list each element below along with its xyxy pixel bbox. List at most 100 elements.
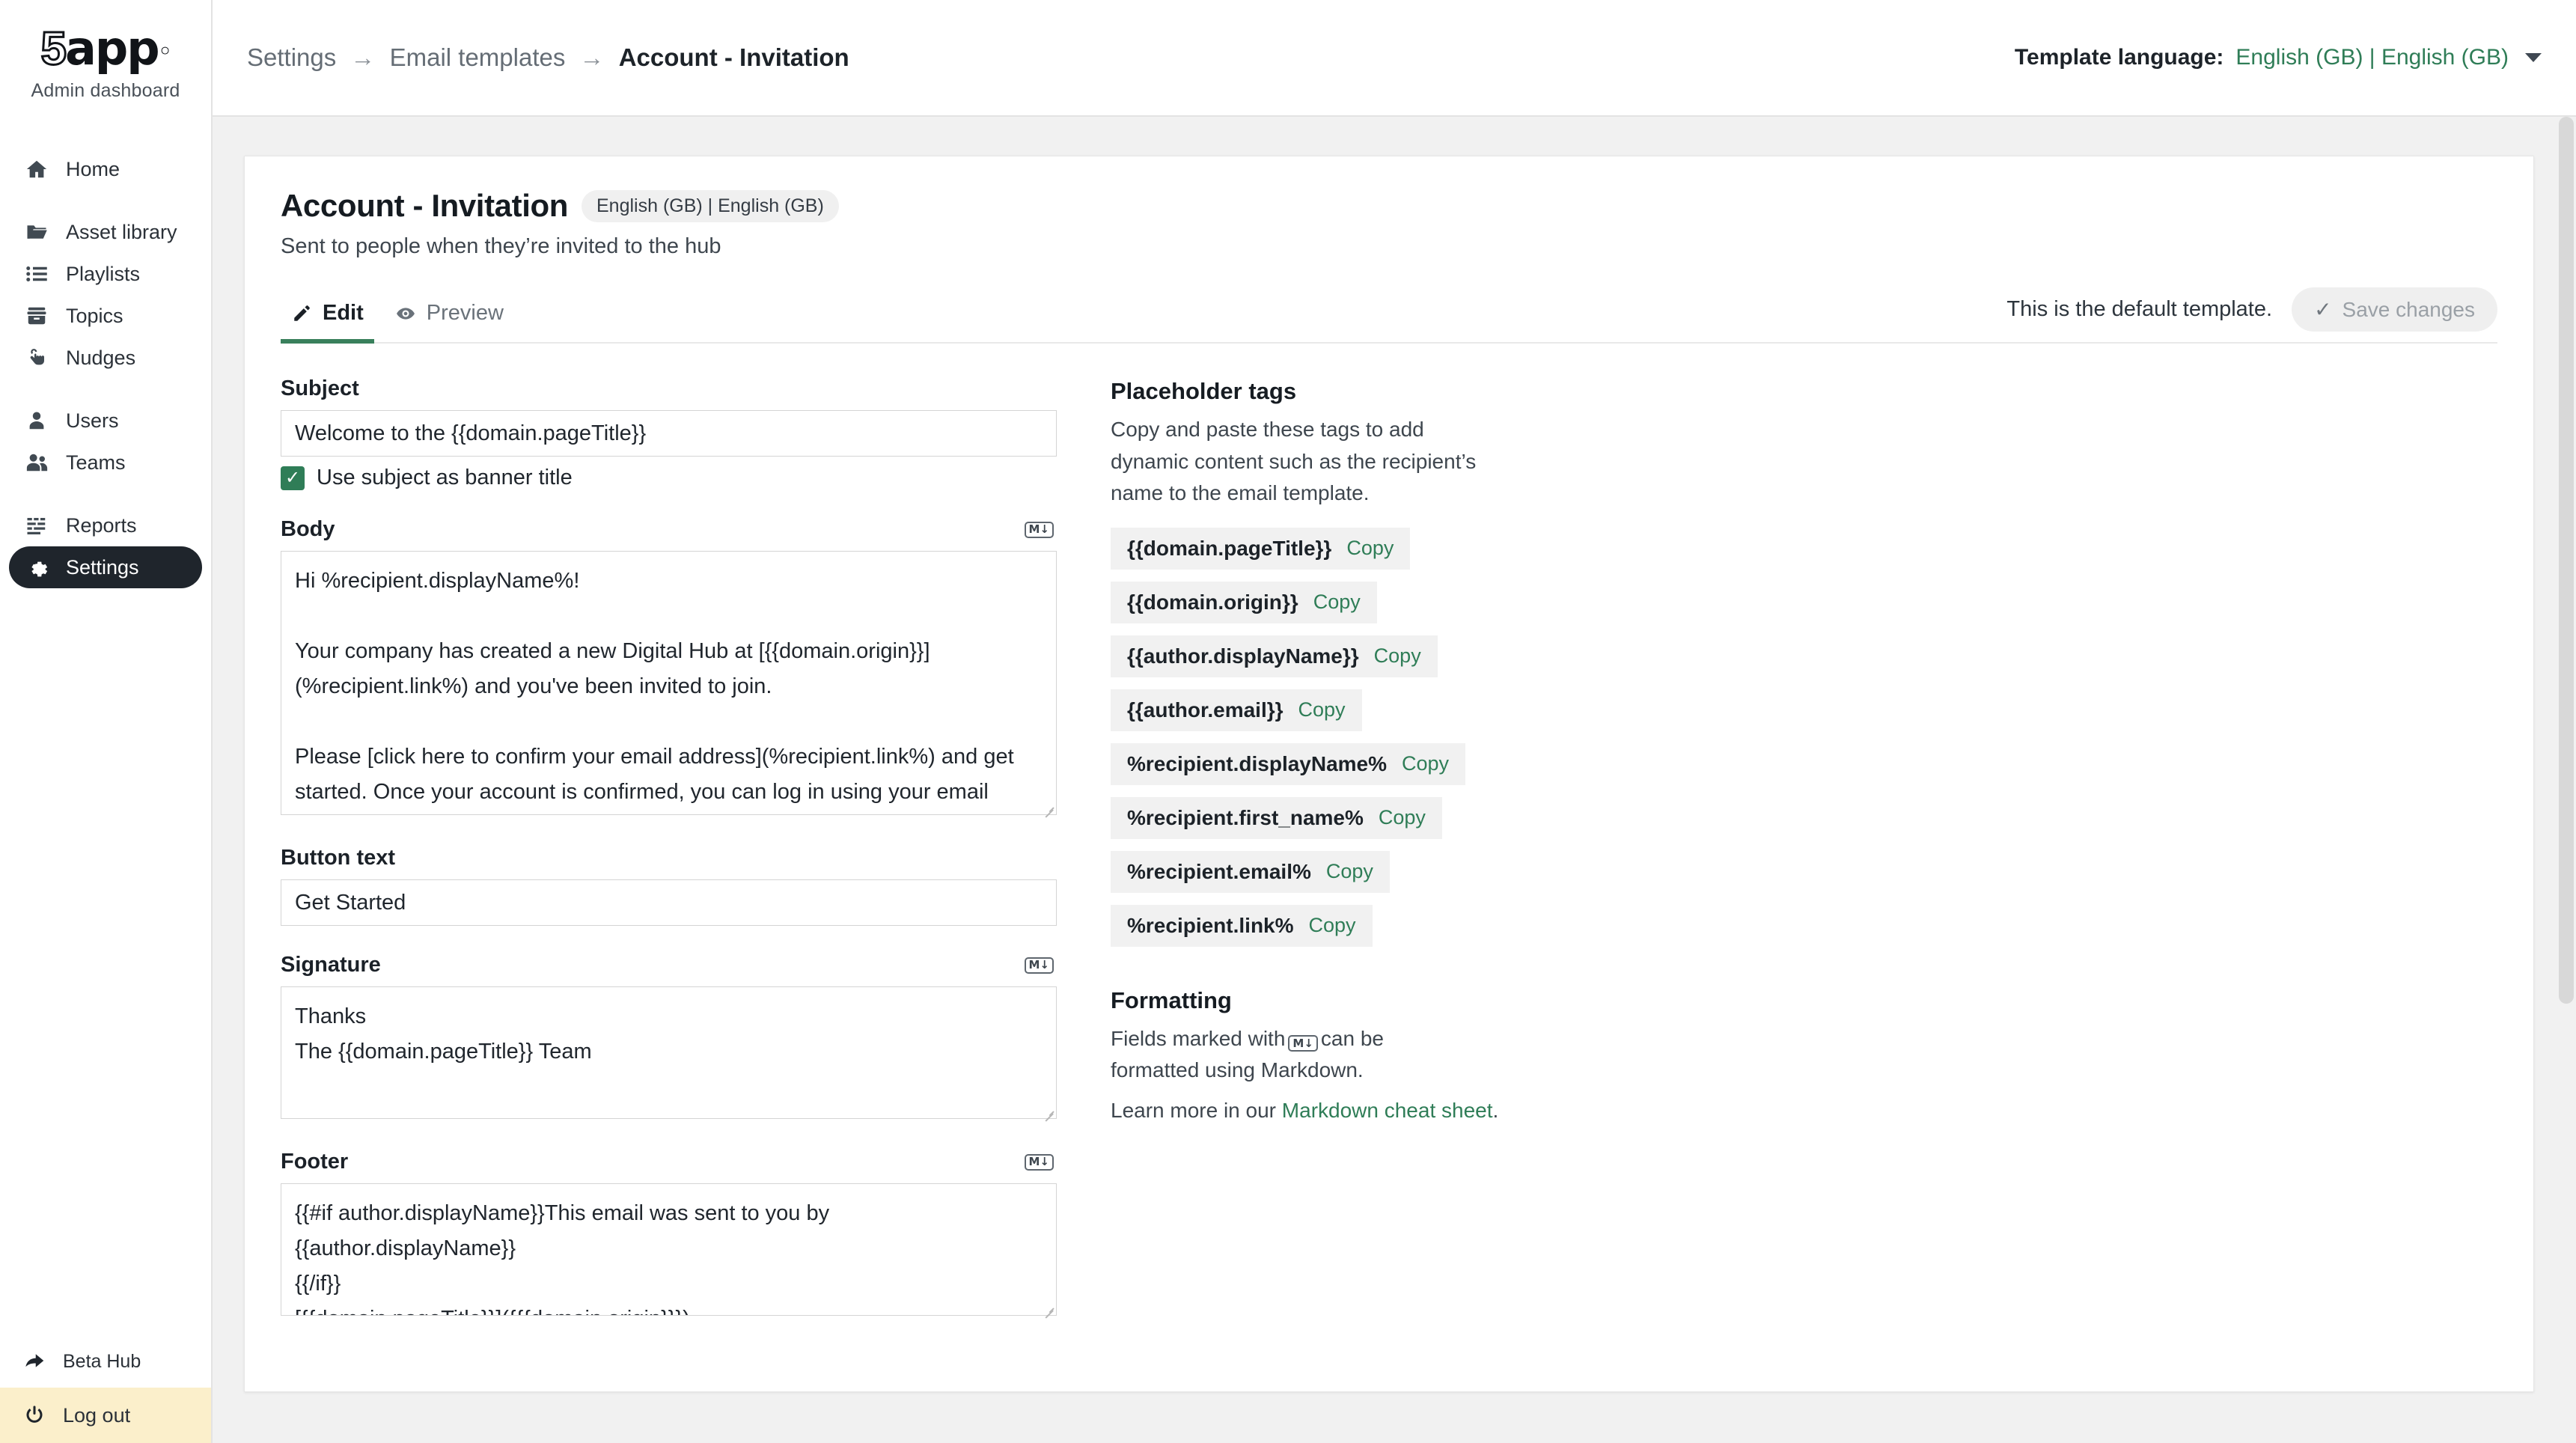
scrollbar-thumb[interactable] (2559, 117, 2574, 1004)
sidebar-item-label: Home (66, 157, 120, 180)
sidebar-item-settings[interactable]: Settings (9, 546, 202, 588)
placeholder-tag-item: %recipient.first_name% Copy (1111, 796, 1442, 839)
sidebar: 5app◦ Admin dashboard Home Asset library… (0, 0, 213, 1443)
body-textarea[interactable] (281, 551, 1057, 815)
copy-button[interactable]: Copy (1346, 537, 1394, 560)
tab-bar-actions: This is the default template. ✓ Save cha… (2006, 287, 2497, 342)
copy-button[interactable]: Copy (1379, 806, 1426, 829)
sidebar-item-home[interactable]: Home (9, 148, 202, 190)
placeholder-tags-column: Placeholder tags Copy and paste these ta… (1111, 376, 2497, 1346)
sidebar-item-label: Asset library (66, 220, 177, 243)
language-chip: English (GB) | English (GB) (582, 189, 839, 222)
resize-handle[interactable] (1043, 1305, 1054, 1317)
placeholder-tag-name: {{domain.origin}} (1127, 590, 1298, 614)
body-label: Body (281, 517, 335, 541)
sidebar-item-nudges[interactable]: Nudges (9, 337, 202, 379)
sidebar-bottom: Beta Hub Log out (0, 1335, 211, 1443)
placeholder-tag-item: %recipient.email% Copy (1111, 850, 1390, 893)
sidebar-item-label: Reports (66, 513, 137, 537)
template-language-value[interactable]: English (GB) | English (GB) (2235, 45, 2509, 70)
field-signature: Signature M↓ (281, 953, 1057, 1123)
beta-hub-link[interactable]: Beta Hub (0, 1335, 211, 1388)
subject-input[interactable] (281, 410, 1057, 457)
resize-handle[interactable] (1043, 1108, 1054, 1120)
resize-handle[interactable] (1043, 805, 1054, 817)
content-scroll-area: Account - Invitation English (GB) | Engl… (213, 117, 2576, 1443)
placeholder-tag-item: {{author.displayName}} Copy (1111, 635, 1438, 677)
markdown-icon: M↓ (1024, 521, 1054, 538)
app-logo: 5app◦ (0, 25, 211, 73)
checkbox-checked-icon[interactable]: ✓ (281, 466, 305, 490)
copy-button[interactable]: Copy (1298, 698, 1346, 722)
copy-button[interactable]: Copy (1326, 860, 1373, 883)
logout-button[interactable]: Log out (0, 1388, 211, 1443)
markdown-cheat-sheet-link[interactable]: Markdown cheat sheet (1282, 1099, 1493, 1122)
button-text-input[interactable] (281, 879, 1057, 926)
gear-icon (24, 555, 49, 580)
nav-group-content: Asset library Playlists Topics Nudges (0, 211, 211, 379)
logout-label: Log out (63, 1403, 131, 1427)
formatting-description: Fields marked with M↓ can be formatted usi… (1111, 1023, 1462, 1087)
placeholder-tag-name: %recipient.link% (1127, 913, 1294, 937)
field-body: Body M↓ (281, 517, 1057, 819)
placeholder-tag-item: {{domain.pageTitle}} Copy (1111, 527, 1411, 570)
learn-more-prefix: Learn more in our (1111, 1098, 1282, 1122)
placeholder-tag-name: {{domain.pageTitle}} (1127, 536, 1332, 560)
tab-preview[interactable]: Preview (385, 295, 514, 344)
home-icon (24, 156, 49, 182)
top-bar: Settings → Email templates → Account - I… (213, 0, 2576, 117)
learn-more-suffix: . (1492, 1098, 1499, 1122)
use-subject-as-banner-checkbox-row[interactable]: ✓ Use subject as banner title (281, 466, 1057, 490)
placeholder-tag-item: {{author.email}} Copy (1111, 689, 1362, 731)
field-footer: Footer M↓ (281, 1150, 1057, 1320)
sidebar-item-label: Teams (66, 451, 126, 474)
breadcrumb-item-settings[interactable]: Settings (247, 43, 336, 71)
footer-textarea[interactable] (281, 1183, 1057, 1316)
editor-fields-column: Subject ✓ Use subject as banner title Bo… (281, 376, 1057, 1346)
breadcrumb-separator: → (350, 43, 376, 71)
save-changes-button[interactable]: ✓ Save changes (2292, 287, 2497, 332)
breadcrumb: Settings → Email templates → Account - I… (247, 43, 849, 72)
chevron-down-icon[interactable] (2525, 53, 2542, 62)
sidebar-item-label: Settings (66, 555, 139, 579)
sidebar-item-playlists[interactable]: Playlists (9, 253, 202, 295)
copy-button[interactable]: Copy (1313, 591, 1361, 614)
tabs: Edit Preview (281, 295, 514, 344)
signature-textarea[interactable] (281, 986, 1057, 1119)
use-subject-as-banner-label: Use subject as banner title (317, 466, 573, 489)
placeholder-tags-title: Placeholder tags (1111, 378, 1297, 404)
field-head: Button text (281, 846, 1057, 870)
default-template-note: This is the default template. (2006, 297, 2273, 321)
brand: 5app◦ Admin dashboard (0, 0, 211, 102)
copy-button[interactable]: Copy (1309, 914, 1356, 937)
placeholder-tag-item: %recipient.displayName% Copy (1111, 742, 1466, 785)
breadcrumb-item-current: Account - Invitation (618, 43, 849, 71)
sidebar-item-users[interactable]: Users (9, 400, 202, 442)
copy-button[interactable]: Copy (1374, 644, 1421, 668)
logo-five: 5 (40, 23, 68, 75)
placeholder-tag-list: {{domain.pageTitle}} Copy {{domain.origi… (1111, 527, 2497, 959)
sidebar-item-reports[interactable]: Reports (9, 504, 202, 546)
tab-edit[interactable]: Edit (281, 295, 374, 344)
sidebar-item-label: Users (66, 409, 119, 432)
markdown-icon: M↓ (1288, 1035, 1318, 1052)
page-title: Account - Invitation (281, 188, 568, 223)
logo-app: app (64, 21, 160, 76)
footer-label: Footer (281, 1150, 349, 1174)
sidebar-item-teams[interactable]: Teams (9, 442, 202, 483)
breadcrumb-item-email-templates[interactable]: Email templates (390, 43, 566, 71)
scrollbar-track[interactable] (2557, 117, 2576, 1443)
pencil-icon (291, 303, 312, 324)
brand-subtitle: Admin dashboard (31, 80, 180, 101)
eye-icon (395, 303, 416, 324)
title-row: Account - Invitation English (GB) | Engl… (281, 188, 2497, 224)
markdown-icon: M↓ (1024, 1153, 1054, 1171)
user-icon (24, 408, 49, 433)
sidebar-item-asset-library[interactable]: Asset library (9, 211, 202, 253)
tab-label: Preview (426, 301, 504, 325)
subject-label: Subject (281, 376, 359, 400)
sidebar-item-topics[interactable]: Topics (9, 295, 202, 337)
copy-button[interactable]: Copy (1402, 752, 1449, 775)
template-language-selector[interactable]: Template language: English (GB) | Englis… (2015, 45, 2542, 70)
field-button-text: Button text (281, 846, 1057, 926)
